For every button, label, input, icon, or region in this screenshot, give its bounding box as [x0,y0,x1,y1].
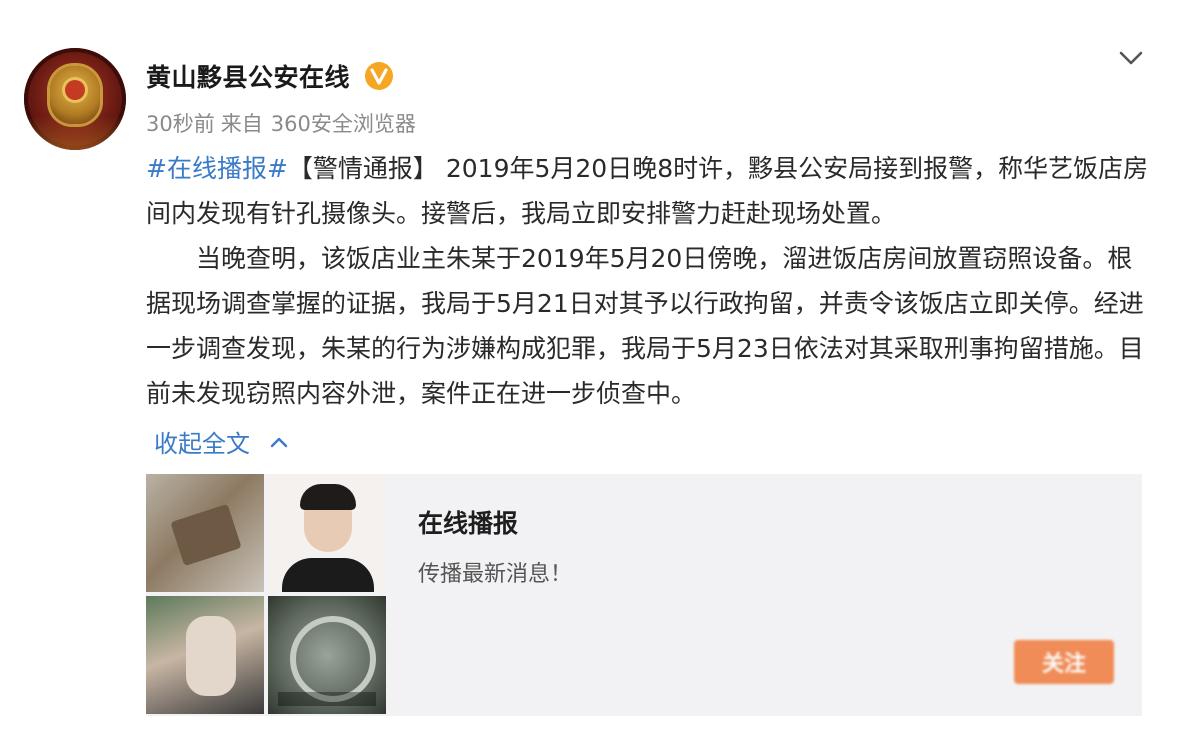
card-description: 传播最新消息！ [418,562,573,587]
topic-thumbnail-grid [146,474,386,716]
account-name[interactable]: 黄山黟县公安在线 [146,58,350,94]
account-header: 黄山黟县公安在线 [146,58,394,94]
topic-card[interactable]: 在线播报 传播最新消息！ 关注 [146,474,1142,716]
post-paragraph-1: #在线播报#【警情通报】 2019年5月20日晚8时许，黟县公安局接到报警，称华… [146,146,1156,236]
post-paragraph-2: 当晚查明，该饭店业主朱某于2019年5月20日傍晚，溜进饭店房间放置窃照设备。根… [146,244,1144,408]
post-meta: 30秒前 来自 360安全浏览器 [146,108,416,138]
post-body: #在线播报#【警情通报】 2019年5月20日晚8时许，黟县公安局接到报警，称华… [146,146,1156,416]
card-title: 在线播报 [418,509,519,538]
post-time[interactable]: 30秒前 [146,112,215,136]
chevron-down-icon[interactable] [1115,42,1147,74]
verified-v-icon [365,62,394,90]
chevron-up-icon [270,437,288,447]
post-source: 360安全浏览器 [270,112,416,136]
thumbnail-suspect-photo [268,474,386,592]
thumbnail-surveillance-photo [268,596,386,714]
paragraph-1-text: 【警情通报】 2019年5月20日晚8时许，黟县公安局接到报警，称华艺饭店房间内… [146,154,1149,228]
weibo-post: 黄山黟县公安在线 30秒前 来自 360安全浏览器 #在线播报#【警情通报】 201… [0,0,1194,742]
account-avatar[interactable] [24,48,126,150]
thumbnail-camera-photo [146,474,264,592]
topic-link[interactable]: #在线播报# [146,154,288,183]
collapse-label: 收起全文 [154,430,250,458]
collapse-text-link[interactable]: 收起全文 [154,424,290,459]
follow-button[interactable]: 关注 [1014,640,1114,684]
thumbnail-scene-photo [146,596,264,714]
source-prefix: 来自 [220,112,263,136]
